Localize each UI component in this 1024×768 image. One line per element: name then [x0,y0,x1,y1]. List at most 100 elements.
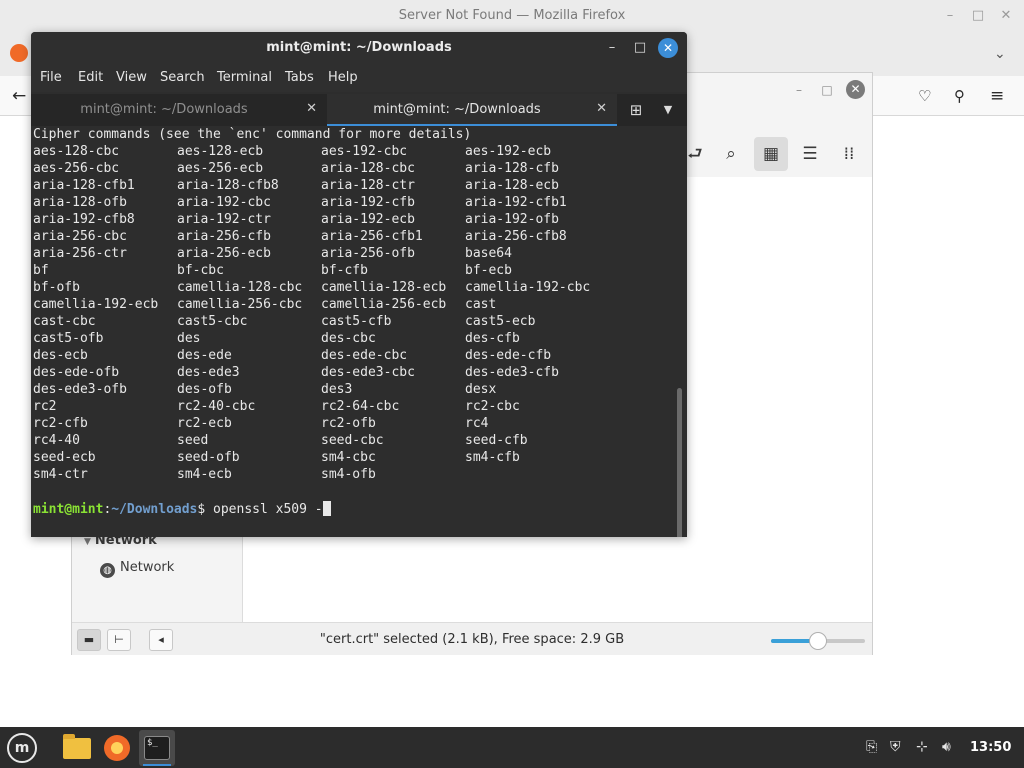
cipher-name: aes-192-ecb [465,144,552,159]
list-view-icon[interactable]: ☰ [793,137,827,171]
menu-tabs[interactable]: Tabs [285,70,314,85]
cipher-name: aria-256-cfb [177,229,271,244]
terminal-tab-2[interactable]: mint@mint: ~/Downloads ✕ [327,94,617,126]
globe-icon: ◍ [100,563,115,578]
cipher-name: seed [177,433,209,448]
cipher-name: cast5-ofb [33,331,104,346]
firefox-tab-favicon[interactable] [10,44,28,62]
cipher-name: aria-256-cfb8 [465,229,567,244]
menu-edit[interactable]: Edit [78,70,103,85]
clock[interactable]: 13:50 [970,740,1011,755]
cipher-name: aria-192-cbc [177,195,271,210]
firefox-icon [104,735,130,761]
menu-file[interactable]: File [40,70,62,85]
cipher-name: aria-192-ecb [321,212,415,227]
cipher-name: des-ofb [177,382,232,397]
taskbar-firefox[interactable] [99,730,135,766]
cipher-name: rc2-ofb [321,416,376,431]
terminal-maximize-button[interactable]: □ [631,39,649,57]
collapse-triangle-icon[interactable]: ▼ [84,537,91,547]
terminal-tab-label: mint@mint: ~/Downloads [373,102,541,117]
cipher-name: des3 [321,382,353,397]
fm-maximize-button[interactable]: □ [818,81,836,99]
menu-terminal[interactable]: Terminal [217,70,272,85]
cipher-name: aria-192-cfb1 [465,195,567,210]
cipher-name: aria-256-ecb [177,246,271,261]
cipher-name: aria-128-cbc [321,161,415,176]
cipher-name: aria-192-cfb [321,195,415,210]
cipher-name: camellia-128-cbc [177,280,303,295]
icon-view-icon[interactable]: ▦ [754,137,788,171]
terminal-tab-1[interactable]: mint@mint: ~/Downloads ✕ [31,94,327,126]
taskbar-files[interactable] [59,730,95,766]
clipboard-icon[interactable]: ⎘ [866,739,877,755]
terminal-output[interactable]: Cipher commands (see the `enc' command f… [31,126,687,537]
fm-close-button[interactable]: ✕ [846,80,865,99]
back-arrow-icon[interactable]: ← [12,86,26,106]
menu-help[interactable]: Help [328,70,358,85]
mint-menu-icon[interactable]: m [7,733,37,763]
cipher-name: cast-cbc [33,314,96,329]
cipher-name: aria-192-ctr [177,212,271,227]
file-manager-statusbar: ▬ ⊢ ◂ "cert.crt" selected (2.1 kB), Free… [72,622,872,655]
cipher-name: rc4 [465,416,489,431]
terminal-minimize-button[interactable]: – [603,39,621,57]
sidebar-item-network[interactable]: ◍ Network [100,560,174,578]
cipher-name: aria-128-ecb [465,178,559,193]
taskbar-terminal[interactable]: $_ [139,730,175,766]
zoom-slider[interactable] [771,632,865,650]
terminal-titlebar[interactable]: mint@mint: ~/Downloads – □ ✕ [31,32,687,64]
cipher-name: aria-128-cfb [465,161,559,176]
cipher-name: desx [465,382,497,397]
typed-command: openssl x509 - [205,502,323,517]
pocket-icon[interactable]: ♡ [918,86,931,106]
cipher-name: des-ede3 [177,365,240,380]
shield-icon[interactable]: ⛨ [890,739,901,755]
cipher-name: des-ede3-cbc [321,365,415,380]
cipher-name: aria-192-cfb8 [33,212,135,227]
firefox-minimize-button[interactable]: – [942,8,958,24]
menu-search[interactable]: Search [160,70,205,85]
terminal-scrollbar[interactable] [677,388,682,537]
close-tab-icon[interactable]: ✕ [306,101,317,116]
firefox-close-button[interactable]: ✕ [998,8,1014,24]
firefox-window-title: Server Not Found — Mozilla Firefox [398,8,626,23]
search-icon[interactable]: ⌕ [714,137,748,171]
fm-minimize-button[interactable]: – [790,81,808,99]
tab-list-chevron-icon[interactable]: ⌄ [994,44,1006,64]
cipher-name: camellia-128-ecb [321,280,447,295]
menu-view[interactable]: View [116,70,147,85]
cipher-name: seed-cfb [465,433,528,448]
taskbar: m $_ ⎘ ⛨ ⊹ 🔊︎ 13:50 [0,727,1024,768]
network-icon[interactable]: ⊹ [916,739,928,755]
cipher-name: sm4-ctr [33,467,88,482]
cipher-name: des-ede [177,348,232,363]
volume-icon[interactable]: 🔊︎ [942,739,951,755]
terminal-prompt-line[interactable]: mint@mint:~/Downloads$ openssl x509 - [33,501,331,517]
cipher-name: aes-192-cbc [321,144,408,159]
terminal-window-title: mint@mint: ~/Downloads [266,40,452,55]
active-indicator [143,764,171,766]
tab-menu-chevron-icon[interactable]: ▼ [657,100,679,120]
extensions-icon[interactable]: ⚲ [954,86,965,106]
cipher-name: base64 [465,246,512,261]
cipher-name: camellia-256-cbc [177,297,303,312]
cipher-name: rc2 [33,399,57,414]
terminal-close-button[interactable]: ✕ [658,38,678,58]
cipher-name: rc2-cfb [33,416,88,431]
cipher-name: des-ede3-ofb [33,382,127,397]
cipher-name: cast5-cbc [177,314,248,329]
cipher-name: seed-ofb [177,450,240,465]
cipher-name: cast5-ecb [465,314,536,329]
cipher-name: des-ede-ofb [33,365,120,380]
folder-icon [63,734,91,759]
close-tab-icon[interactable]: ✕ [596,101,607,116]
cipher-name: rc2-64-cbc [321,399,400,414]
firefox-maximize-button[interactable]: □ [970,8,986,24]
cipher-name: des-ecb [33,348,88,363]
hamburger-menu-icon[interactable]: ≡ [990,86,1004,106]
zoom-slider-knob[interactable] [809,632,827,650]
compact-view-icon[interactable]: ⁞⁞ [832,137,866,171]
cipher-name: camellia-256-ecb [321,297,447,312]
new-tab-icon[interactable]: ⊞ [625,100,647,120]
